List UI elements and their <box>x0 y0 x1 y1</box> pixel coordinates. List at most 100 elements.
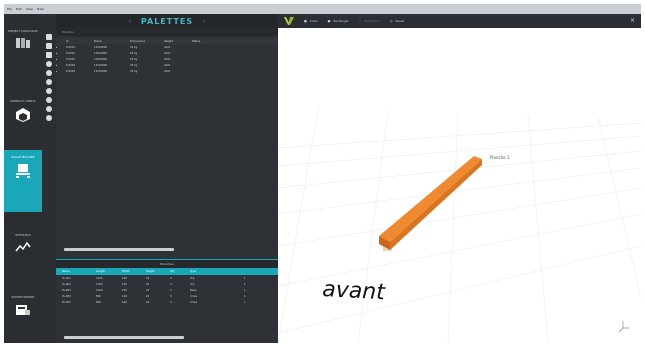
column-header[interactable]: Type <box>190 270 220 273</box>
row-expand[interactable]: ▸ <box>56 58 66 61</box>
pallet-icon <box>16 164 30 178</box>
cell-count: 1 <box>244 282 246 286</box>
cell-height: 22 <box>146 288 150 292</box>
cell-height: 22 <box>146 300 150 304</box>
cell-weight: 25 kg <box>130 69 138 73</box>
reset-view-label: Reset <box>395 19 404 23</box>
nav-item-statistics[interactable]: STATISTICS <box>4 228 42 284</box>
chart-line-icon <box>15 241 31 252</box>
cell-height: 22 <box>146 276 150 280</box>
nav-item-pallet[interactable]: PALLET BUILDER <box>4 150 42 212</box>
cell-name: PL-003 <box>62 288 71 292</box>
panel-subtitle-bar: Palettes <box>56 28 278 36</box>
help-icon[interactable] <box>46 115 52 121</box>
cell-name: PL-005 <box>62 300 71 304</box>
main-navigation: PROJECT CATALOGUE PRODUCT CONFIG PALLET … <box>4 14 42 343</box>
cell-status: Valid <box>164 63 171 67</box>
nav-label: STATISTICS <box>15 233 31 237</box>
column-header[interactable]: Qty <box>170 270 190 273</box>
cell-width: 100 <box>122 276 127 280</box>
cell-count: 1 <box>244 300 246 304</box>
row-expand[interactable]: ▸ <box>56 52 66 55</box>
cell-length: 1200 <box>96 276 103 280</box>
column-header[interactable]: Dimensions <box>130 40 164 43</box>
3d-viewport[interactable]: ■Cube ■Rectangle □Wireframe ◎Reset × <box>278 14 641 343</box>
cell-status: Valid <box>164 51 171 55</box>
column-header[interactable]: Status <box>192 40 220 43</box>
chevron-left-icon[interactable]: ‹ <box>128 18 130 25</box>
catalogue-icon <box>16 38 30 48</box>
cell-qty: 2 <box>170 288 172 292</box>
cell-length: 1200 <box>96 288 103 292</box>
send-icon[interactable] <box>46 70 52 76</box>
chevron-right-icon[interactable]: › <box>203 18 205 25</box>
wireframe-icon: □ <box>358 19 362 23</box>
folder-icon[interactable] <box>46 43 52 49</box>
nav-label: PALLET BUILDER <box>11 155 35 159</box>
cell-qty: 3 <box>170 300 172 304</box>
nav-label: EXPORT REPORT <box>11 295 35 299</box>
cell-qty: 3 <box>170 294 172 298</box>
viewer-toolbar: ■ Cube ■ Rectangle □ Wireframe ◎ Reset × <box>278 14 641 28</box>
cell-name: PL-001 <box>62 276 71 280</box>
cell-id: P-0005 <box>66 69 76 73</box>
copy-icon[interactable] <box>46 52 52 58</box>
row-expand[interactable]: ▸ <box>56 46 66 49</box>
column-header[interactable]: Height <box>146 270 170 273</box>
column-header[interactable]: Length <box>96 270 122 273</box>
cell-height: 22 <box>146 294 150 298</box>
panel-subtitle: Palettes <box>62 30 74 34</box>
cell-width: 100 <box>122 288 127 292</box>
bottom-panel-header: Planches <box>56 260 278 268</box>
column-header[interactable]: Weight <box>164 40 192 43</box>
menu-bar: File Edit View Help <box>4 4 641 14</box>
new-icon[interactable] <box>46 34 52 40</box>
cell-id: P-0003 <box>66 57 76 61</box>
nav-item-product[interactable]: PRODUCT CONFIG <box>4 94 42 150</box>
cube-view-button[interactable]: ■ Cube <box>304 19 318 23</box>
row-expand[interactable]: ▸ <box>56 70 66 73</box>
pallet-model[interactable] <box>379 156 482 251</box>
wireframe-view-button[interactable]: □ Wireframe <box>358 19 380 23</box>
3d-scene[interactable]: Planche 1 avant <box>278 28 641 343</box>
table-row[interactable]: PL-005 800 100 22 3 Cross 1 <box>56 299 278 305</box>
horizontal-scrollbar[interactable] <box>64 336 184 339</box>
horizontal-scrollbar[interactable] <box>64 248 174 251</box>
nav-item-export[interactable]: EXPORT REPORT <box>4 290 42 343</box>
menu-help[interactable]: Help <box>37 7 44 11</box>
info-icon[interactable] <box>46 106 52 112</box>
table-row[interactable]: ▸ P-0005 1200x800 25 kg Valid <box>56 68 278 74</box>
axis-gizmo-icon <box>618 321 629 333</box>
menu-view[interactable]: View <box>26 7 33 11</box>
cell-length: 800 <box>96 300 101 304</box>
cell-width: 100 <box>122 300 127 304</box>
cube-view-label: Cube <box>309 19 318 23</box>
logo-icon <box>284 17 294 25</box>
cell-count: 1 <box>244 288 246 292</box>
column-header[interactable]: Id <box>66 40 94 43</box>
cell-type: Base <box>190 288 197 292</box>
undo-icon[interactable] <box>46 61 52 67</box>
cell-count: 1 <box>244 294 246 298</box>
cell-length: 800 <box>96 294 101 298</box>
column-header[interactable]: Name <box>94 40 130 43</box>
rectangle-view-button[interactable]: ■ Rectangle <box>328 19 349 23</box>
close-icon[interactable]: × <box>630 17 635 24</box>
delete-icon[interactable] <box>46 88 52 94</box>
cube-icon: ■ <box>304 19 307 23</box>
cell-weight: 25 kg <box>130 51 138 55</box>
column-header[interactable]: Width <box>122 270 146 273</box>
reset-view-button[interactable]: ◎ Reset <box>390 19 404 23</box>
nav-item-catalogue[interactable]: PROJECT CATALOGUE <box>4 24 42 80</box>
cell-id: P-0004 <box>66 63 76 67</box>
row-expand[interactable]: ▸ <box>56 64 66 67</box>
menu-edit[interactable]: Edit <box>16 7 22 11</box>
application-window: File Edit View Help PROJECT CATALOGUE PR… <box>4 4 641 343</box>
palettes-table: Id Name Dimensions Weight Status ▸ P-000… <box>56 38 278 74</box>
menu-file[interactable]: File <box>7 7 12 11</box>
settings-icon[interactable] <box>46 79 52 85</box>
column-header[interactable]: Name <box>56 270 96 273</box>
view-icon[interactable] <box>46 97 52 103</box>
cell-width: 100 <box>122 294 127 298</box>
bottom-panel-title: Planches <box>160 262 174 266</box>
